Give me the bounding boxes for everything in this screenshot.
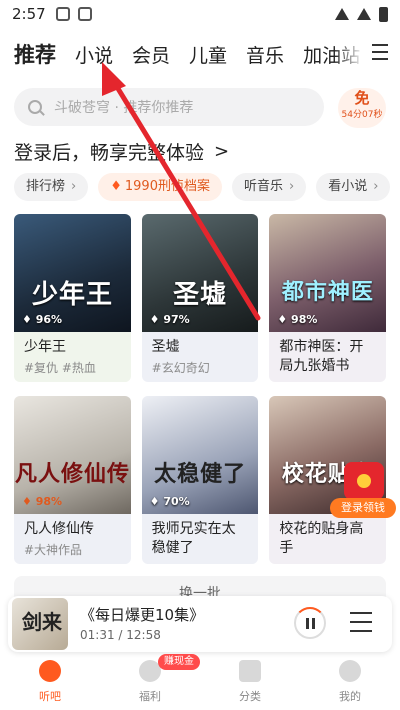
notification-icon — [55, 7, 70, 21]
mini-player[interactable]: 剑来 《每日爆更10集》 01:31 / 12:58 — [8, 596, 392, 652]
tab-children[interactable]: 儿童 — [189, 41, 227, 68]
cover-title: 凡人修仙传 — [14, 461, 130, 487]
red-envelope-icon — [344, 462, 384, 500]
rating-badge: ♦ 70% — [149, 495, 190, 508]
cover-title: 少年王 — [31, 280, 113, 310]
gift-label: 登录领钱 — [330, 498, 396, 518]
chip-label: 1990刑侦档案 — [124, 179, 210, 194]
nav-label: 福利 — [139, 690, 161, 703]
tab-music[interactable]: 音乐 — [246, 41, 284, 68]
nav-label: 分类 — [239, 690, 261, 703]
listen-icon — [39, 660, 61, 682]
album-thumbnail: 剑来 — [12, 598, 68, 650]
book-cover: 圣墟 ♦ 97% — [141, 214, 259, 332]
playlist-icon[interactable] — [350, 612, 372, 632]
nav-category[interactable]: 分类 — [200, 656, 300, 710]
flame-icon: ♦ — [110, 179, 122, 194]
chip-ranking[interactable]: 排行榜 › — [14, 173, 89, 201]
login-reward-float[interactable]: 登录领钱 — [330, 462, 396, 520]
player-title: 《每日爆更10集》 — [80, 606, 205, 624]
book-title: 校花的贴身高手 — [279, 521, 364, 556]
free-listen-badge[interactable]: 免 54分07秒 — [338, 88, 386, 128]
chip-novel[interactable]: 看小说 › — [316, 173, 391, 201]
book-cover: 太稳健了 ♦ 70% — [141, 396, 259, 514]
book-card[interactable]: 都市神医 ♦ 98% 都市神医：开局九张婚书 — [269, 214, 387, 382]
tab-fade — [334, 36, 364, 72]
book-card[interactable]: 圣墟 ♦ 97% 圣墟 #玄幻奇幻 — [141, 214, 259, 382]
book-grid-row-1: 少年王 ♦ 96% 少年王 #复仇 #热血 圣墟 ♦ 97% 圣墟 #玄幻奇幻 … — [14, 214, 387, 382]
nav-welfare[interactable]: 福利 赚现金 — [100, 654, 200, 710]
book-tags — [269, 558, 386, 560]
chip-hot-case[interactable]: ♦ 1990刑侦档案 — [98, 173, 222, 201]
free-label: 免 — [354, 89, 370, 107]
tab-recommend[interactable]: 推荐 — [14, 39, 56, 69]
login-banner[interactable]: 登录后，畅享完整体验 > — [14, 138, 229, 165]
chip-label: 听音乐 — [243, 179, 283, 194]
battery-icon — [379, 6, 388, 22]
chevron-right-icon: › — [71, 179, 77, 194]
rating-badge: ♦ 96% — [22, 313, 63, 326]
profile-icon — [339, 660, 361, 682]
cover-title: 都市神医 — [281, 279, 374, 305]
chip-label: 看小说 — [328, 179, 368, 194]
book-title: 凡人修仙传 — [24, 521, 94, 537]
cover-title: 太稳健了 — [154, 461, 247, 487]
wifi-icon — [335, 8, 349, 20]
search-icon — [28, 100, 42, 114]
cover-title: 圣墟 — [173, 280, 228, 310]
book-title: 少年王 — [24, 339, 66, 355]
tab-novel[interactable]: 小说 — [75, 41, 113, 68]
search-input[interactable]: 斗破苍穹 · 推荐你推荐 — [14, 88, 324, 126]
free-countdown: 54分07秒 — [341, 110, 383, 120]
book-tags: #大神作品 — [24, 543, 83, 557]
book-title: 我师兄实在太稳健了 — [151, 521, 236, 556]
status-bar: 2:57 — [0, 0, 400, 28]
book-tags: #复仇 #热血 — [24, 361, 96, 375]
chevron-right-icon: › — [373, 179, 379, 194]
search-placeholder: 斗破苍穹 · 推荐你推荐 — [54, 100, 194, 116]
book-cover: 少年王 ♦ 96% — [14, 214, 131, 332]
rating-badge: ♦ 97% — [149, 313, 190, 326]
category-icon — [239, 660, 261, 682]
nav-listen[interactable]: 听吧 — [0, 656, 100, 710]
book-tags — [269, 376, 386, 378]
book-tags — [142, 558, 259, 560]
book-title: 圣墟 — [151, 339, 180, 355]
chevron-right-icon: › — [288, 179, 295, 194]
app-notification-icon — [77, 7, 92, 21]
book-title: 都市神医：开局九张婚书 — [279, 339, 364, 374]
signal-icon — [357, 8, 371, 20]
chevron-right-icon: > — [214, 141, 230, 162]
category-chips: 排行榜 › ♦ 1990刑侦档案 听音乐 › 看小说 › — [14, 173, 400, 201]
book-card[interactable]: 太稳健了 ♦ 70% 我师兄实在太稳健了 — [141, 396, 259, 564]
earn-cash-badge: 赚现金 — [158, 654, 200, 670]
rating-badge: ♦ 98% — [22, 495, 63, 508]
tab-vip[interactable]: 会员 — [132, 41, 170, 68]
menu-icon[interactable] — [372, 44, 388, 60]
thumb-text: 剑来 — [22, 610, 62, 634]
status-time: 2:57 — [12, 5, 46, 23]
pause-button[interactable] — [294, 607, 326, 639]
search-row: 斗破苍穹 · 推荐你推荐 免 54分07秒 — [14, 88, 386, 128]
chip-music[interactable]: 听音乐 › — [231, 173, 307, 201]
chip-label: 排行榜 — [26, 179, 66, 194]
book-card[interactable]: 少年王 ♦ 96% 少年王 #复仇 #热血 — [14, 214, 131, 382]
bottom-nav: 听吧 福利 赚现金 分类 我的 — [0, 654, 400, 710]
book-card[interactable]: 凡人修仙传 ♦ 98% 凡人修仙传 #大神作品 — [14, 396, 131, 564]
nav-profile[interactable]: 我的 — [300, 656, 400, 710]
nav-label: 听吧 — [39, 690, 61, 703]
login-banner-text: 登录后，畅享完整体验 — [14, 142, 205, 164]
book-tags: #玄幻奇幻 — [151, 361, 210, 375]
rating-badge: ♦ 98% — [277, 313, 318, 326]
nav-label: 我的 — [339, 690, 361, 703]
player-time: 01:31 / 12:58 — [80, 628, 161, 642]
book-cover: 凡人修仙传 ♦ 98% — [14, 396, 131, 514]
book-cover: 都市神医 ♦ 98% — [269, 214, 387, 332]
